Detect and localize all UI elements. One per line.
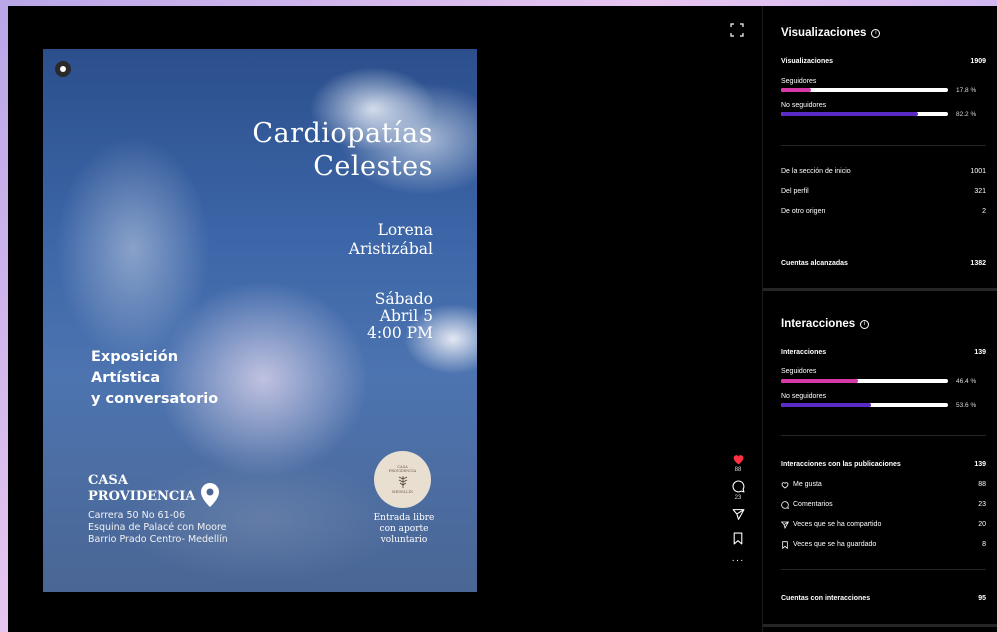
share-icon <box>781 521 789 529</box>
poster-author: Lorena Aristizábal <box>348 221 433 258</box>
heart-icon <box>733 455 743 465</box>
interactions-nonfollowers-label: No seguidores <box>781 393 827 400</box>
like-button[interactable]: 88 <box>732 453 745 474</box>
interaction-breakdown-row: Me gusta 88 <box>781 480 986 489</box>
views-followers-pct: 17.8 % <box>956 87 977 94</box>
views-nonfollowers-pct: 82.2 % <box>956 111 977 118</box>
bookmark-icon <box>782 540 788 549</box>
interactions-followers-bar <box>781 379 948 383</box>
more-options-button[interactable]: ··· <box>732 555 745 566</box>
post-interactions-row: Interacciones con las publicaciones 139 <box>781 461 986 468</box>
views-followers-label: Seguidores <box>781 78 817 85</box>
comment-icon <box>781 500 789 509</box>
interaction-breakdown-row: Veces que se ha guardado 8 <box>781 540 986 549</box>
divider <box>781 435 986 436</box>
interaction-breakdown-row: Comentarios 23 <box>781 500 986 509</box>
interactions-total-row: Interacciones 139 <box>781 349 986 356</box>
interactions-followers-pct: 46.4 % <box>956 378 977 385</box>
info-icon[interactable]: i <box>871 28 881 38</box>
accounts-interacted-row: Cuentas con interacciones 95 <box>781 595 986 602</box>
interaction-breakdown-row: Veces que se ha compartido 20 <box>781 520 986 529</box>
comment-button[interactable]: 23 <box>732 480 745 502</box>
save-button[interactable] <box>732 532 744 545</box>
post-window: Cardiopatías Celestes Lorena Aristizábal… <box>8 6 997 632</box>
views-title: Visualizaciones i <box>781 27 881 39</box>
location-pin-icon <box>201 483 219 507</box>
views-nonfollowers-label: No seguidores <box>781 102 827 109</box>
bookmark-icon <box>733 532 743 545</box>
info-icon[interactable]: i <box>860 319 870 329</box>
views-nonfollowers-bar <box>781 112 948 116</box>
share-button[interactable] <box>732 508 745 521</box>
interactions-followers-label: Seguidores <box>781 368 817 375</box>
divider <box>781 145 986 146</box>
post-image[interactable]: Cardiopatías Celestes Lorena Aristizábal… <box>43 49 477 592</box>
interactions-nonfollowers-bar <box>781 403 948 407</box>
views-source-row: De la sección de inicio 1001 <box>781 168 986 175</box>
poster-title: Cardiopatías Celestes <box>252 118 433 182</box>
heart-icon <box>781 481 789 488</box>
section-separator <box>763 624 997 627</box>
views-followers-bar <box>781 88 948 92</box>
poster-event-type: Exposición Artística y conversatorio <box>91 349 219 407</box>
divider <box>781 569 986 570</box>
user-tag-icon[interactable] <box>55 61 71 77</box>
insights-panel: Visualizaciones i Visualizaciones 1909 Se… <box>762 6 997 632</box>
post-actions: 88 23 ··· <box>723 453 753 566</box>
poster-venue: CASA PROVIDENCIA <box>88 473 196 504</box>
section-separator <box>763 288 997 291</box>
views-total-row: Visualizaciones 1909 <box>781 58 986 65</box>
comments-count: 23 <box>734 495 742 501</box>
share-icon <box>732 509 744 520</box>
comment-icon <box>732 480 744 493</box>
views-source-row: De otro origen 2 <box>781 208 986 215</box>
poster-entry-note: Entrada libre con aporte voluntario <box>373 513 435 545</box>
views-source-row: Del perfil 321 <box>781 188 986 195</box>
interactions-nonfollowers-pct: 53.6 % <box>956 402 977 409</box>
poster-date: Sábado Abril 5 4:00 PM <box>366 290 433 342</box>
poster-address: Carrera 50 No 61-06 Esquina de Palacé co… <box>88 510 228 545</box>
likes-count: 88 <box>734 467 742 473</box>
interactions-title: Interacciones i <box>781 318 870 330</box>
accounts-reached-row: Cuentas alcanzadas 1382 <box>781 260 986 267</box>
tree-icon <box>398 475 407 488</box>
casa-providencia-logo: CASA PROVIDENCIA MEDELLÍN <box>374 451 431 508</box>
fullscreen-icon[interactable] <box>730 23 744 37</box>
